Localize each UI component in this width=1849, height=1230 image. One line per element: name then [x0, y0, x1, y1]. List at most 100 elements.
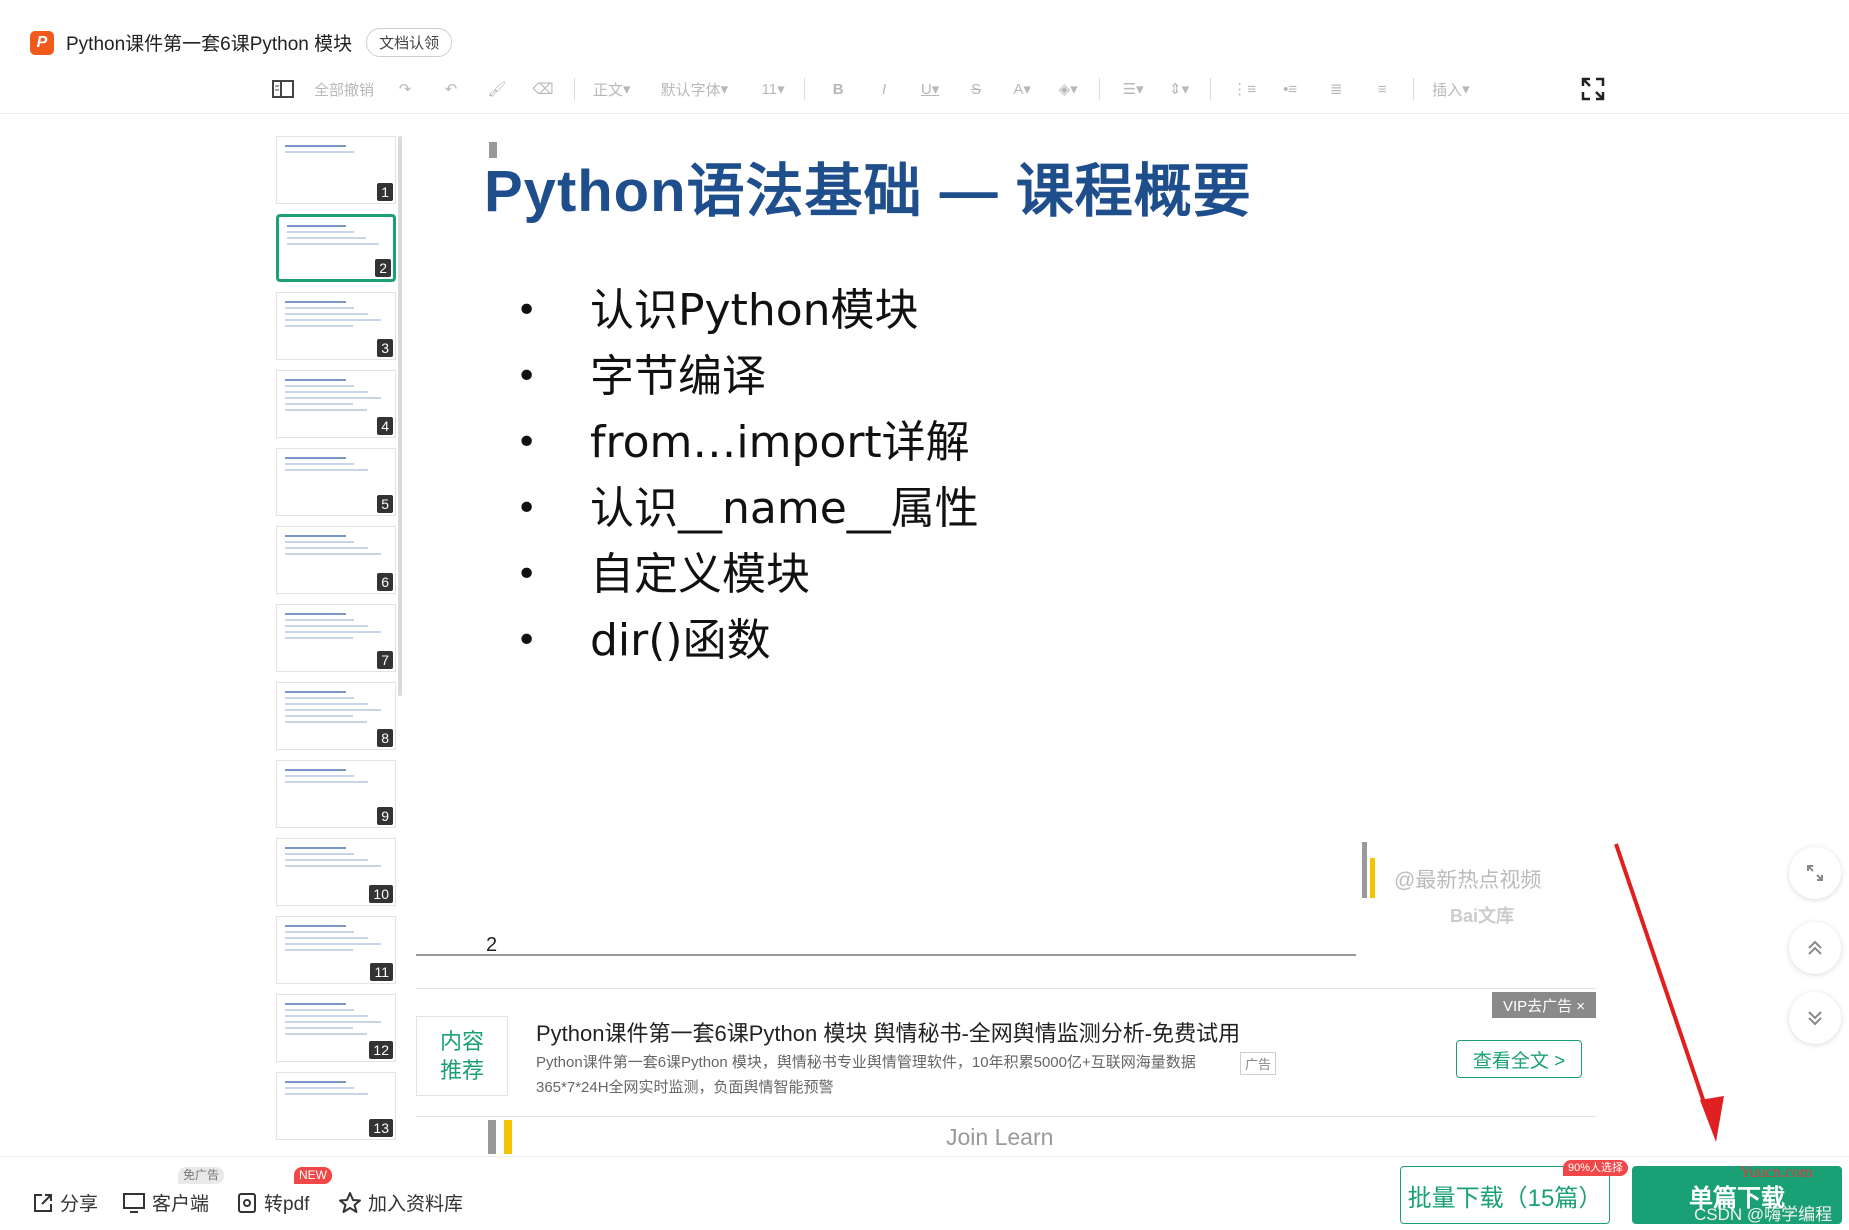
slide-canvas: Python语法基础 — 课程概要 认识Python模块 字节编译 from…i… [416, 130, 1541, 960]
ad-label: 广告 [1240, 1052, 1277, 1075]
thumbnail-page-number: 2 [375, 259, 391, 277]
convert-pdf-button[interactable]: 转pdf [236, 1189, 309, 1216]
editor-toolbar: 全部撤销 ↷ ↶ 🖌︎ ⌫ 正文 ▾ 默认字体 ▾ 11 ▾ B I U▾ S A▾ … [268, 74, 1486, 104]
page-up-icon[interactable] [1789, 922, 1841, 974]
client-label: 客户端 [152, 1194, 210, 1215]
thumbnail-preview [285, 1003, 387, 1039]
bold-icon[interactable]: B [823, 74, 853, 104]
yuucn-watermark: Yuucn.com [1740, 1164, 1813, 1181]
thumbnail-page-number: 12 [369, 1041, 393, 1059]
expand-icon[interactable] [1789, 847, 1841, 899]
paragraph-style-value: 正文 [593, 81, 624, 99]
toolbar-divider [1210, 78, 1212, 100]
slide-thumbnail[interactable]: 12 [276, 994, 396, 1062]
slide-thumbnail[interactable]: 10 [276, 838, 396, 906]
ordered-list-icon[interactable]: ⋮≡ [1229, 74, 1259, 104]
ad-banner: VIP去广告 × 内容推荐 Python课件第一套6课Python 模块 舆情秘… [416, 992, 1596, 1116]
tag-line: 内容 [439, 1029, 484, 1054]
indent-increase-icon[interactable]: ≡ [1367, 74, 1397, 104]
thumbnail-page-number: 1 [377, 183, 393, 201]
undo-all-button[interactable]: 全部撤销 [314, 74, 374, 104]
pdf-label: 转pdf [264, 1194, 310, 1215]
redo-icon[interactable]: ↷ [390, 74, 420, 104]
tag-line: 推荐 [439, 1058, 484, 1083]
thumbnail-preview [285, 379, 387, 415]
undo-icon[interactable]: ↶ [436, 74, 466, 104]
insert-menu[interactable]: 插入 ▾ [1432, 74, 1470, 104]
slide-thumbnail[interactable]: 9 [276, 760, 396, 828]
document-header: P Python课件第一套6课Python 模块 文档认领 全部撤销 ↷ ↶ 🖌… [0, 0, 1849, 114]
client-button[interactable]: 客户端 [122, 1189, 209, 1216]
thumbnail-scrollbar[interactable] [398, 136, 402, 696]
slide-thumbnail[interactable]: 1 [276, 136, 396, 204]
thumbnail-preview [285, 925, 387, 955]
slide-thumbnail-panel: 1 2 3 4 5 6 7 8 9 10 11 12 13 [276, 136, 400, 1156]
slide-thumbnail[interactable]: 2 [276, 214, 396, 282]
monitor-icon [123, 1192, 145, 1213]
slide-bullet-list: 认识Python模块 字节编译 from…import详解 认识__name__… [516, 278, 979, 674]
pdf-icon [238, 1192, 256, 1213]
line-spacing-icon[interactable]: ⇕▾ [1164, 74, 1194, 104]
star-icon [339, 1191, 361, 1213]
claim-document-button[interactable]: 文档认领 [366, 28, 453, 57]
italic-icon[interactable]: I [869, 74, 899, 104]
add-library-label: 加入资料库 [368, 1194, 464, 1215]
slide-thumbnail[interactable]: 11 [276, 916, 396, 984]
thumbnail-preview [285, 535, 387, 559]
thumbnail-preview [285, 1081, 387, 1099]
slide-thumbnail[interactable]: 5 [276, 448, 396, 516]
ad-free-badge: 免广告 [178, 1167, 225, 1184]
font-family-select[interactable]: 默认字体 ▾ [661, 74, 729, 104]
thumbnail-page-number: 3 [377, 339, 393, 357]
thumbnail-page-number: 6 [377, 573, 393, 591]
paragraph-style-select[interactable]: 正文 ▾ [593, 74, 631, 104]
bullet-item: 字节编译 [516, 344, 979, 410]
view-full-text-button[interactable]: 查看全文 > [1456, 1040, 1582, 1078]
baidu-wenku-watermark: Bai文库 [1450, 906, 1515, 926]
font-size-select[interactable]: 11 ▾ [758, 74, 788, 104]
format-painter-icon[interactable]: 🖌︎ [482, 74, 512, 104]
thumbnail-page-number: 4 [377, 417, 393, 435]
content-recommend-tag: 内容 推荐 [416, 1016, 508, 1096]
slide-thumbnail[interactable]: 7 [276, 604, 396, 672]
slide-thumbnail[interactable]: 6 [276, 526, 396, 594]
slide-thumbnail[interactable]: 8 [276, 682, 396, 750]
watermark-handle: @最新热点视频 [1394, 869, 1542, 892]
document-title: Python课件第一套6课Python 模块 [66, 34, 353, 55]
toolbar-divider [574, 78, 576, 100]
unordered-list-icon[interactable]: •≡ [1275, 74, 1305, 104]
bullet-item: dir()函数 [516, 608, 979, 674]
layout-toggle-icon[interactable] [268, 74, 298, 104]
highlight-icon[interactable]: ◈▾ [1053, 74, 1083, 104]
thumbnail-page-number: 7 [377, 651, 393, 669]
bullet-item: 认识Python模块 [516, 278, 979, 344]
bullet-item: 自定义模块 [516, 542, 979, 608]
slide-thumbnail[interactable]: 4 [276, 370, 396, 438]
new-badge: NEW [294, 1167, 332, 1184]
vip-remove-ad-button[interactable]: VIP去广告 × [1492, 992, 1596, 1018]
underline-icon[interactable]: U▾ [915, 74, 945, 104]
thumbnail-page-number: 11 [370, 963, 393, 981]
thumbnail-preview [285, 613, 387, 643]
thumbnail-preview [285, 769, 387, 787]
font-family-value: 默认字体 [660, 81, 721, 99]
share-icon [34, 1193, 52, 1212]
page-down-icon[interactable] [1789, 992, 1841, 1044]
font-color-icon[interactable]: A▾ [1007, 74, 1037, 104]
slide-thumbnail[interactable]: 13 [276, 1072, 396, 1140]
align-icon[interactable]: ☰▾ [1118, 74, 1148, 104]
slide-thumbnail[interactable]: 3 [276, 292, 396, 360]
eraser-icon[interactable]: ⌫ [528, 74, 558, 104]
strikethrough-icon[interactable]: S [961, 74, 991, 104]
csdn-watermark: CSDN @嗨学编程 [1694, 1205, 1833, 1224]
share-button[interactable]: 分享 [32, 1189, 98, 1216]
indent-decrease-icon[interactable]: ≣ [1321, 74, 1351, 104]
ad-divider [416, 1116, 1596, 1117]
fullscreen-icon[interactable] [1580, 76, 1606, 102]
add-to-library-button[interactable]: 加入资料库 [338, 1189, 463, 1216]
ad-title-link[interactable]: Python课件第一套6课Python 模块 舆情秘书-全网舆情监测分析-免费试… [536, 1016, 1240, 1048]
ad-divider [416, 988, 1596, 989]
thumbnail-preview [285, 145, 387, 157]
font-size-value: 11 [761, 80, 778, 98]
thumbnail-page-number: 9 [377, 807, 393, 825]
